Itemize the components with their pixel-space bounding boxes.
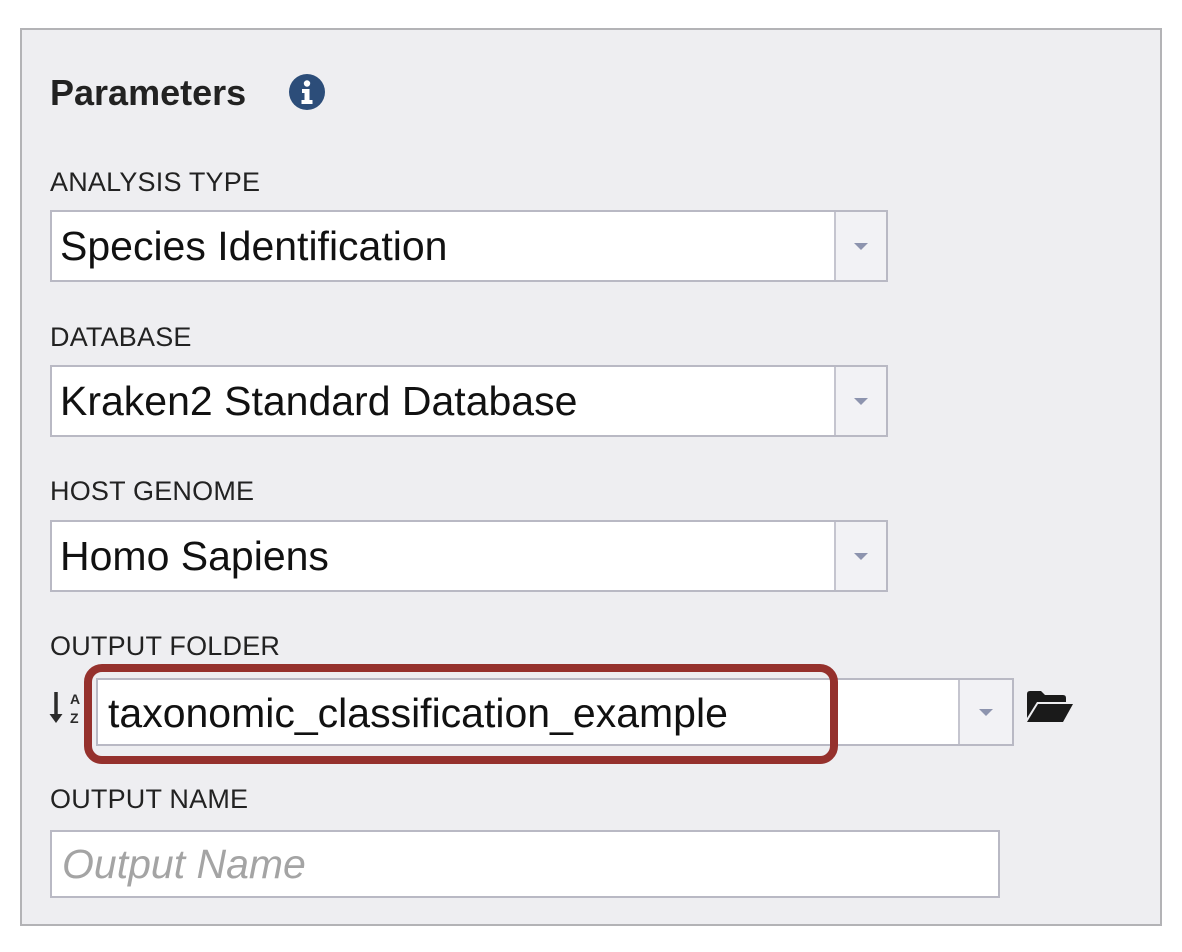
output-folder-select[interactable]: taxonomic_classification_example [96,678,1014,746]
analysis-type-value: Species Identification [60,223,448,269]
database-label: DATABASE [50,322,192,352]
output-folder-dropdown-button[interactable] [958,680,1012,744]
sort-alpha-down-icon[interactable]: A Z [48,686,88,732]
host-genome-dropdown-button[interactable] [834,522,886,590]
host-genome-value: Homo Sapiens [60,533,329,579]
chevron-down-icon [854,398,868,405]
analysis-type-select[interactable]: Species Identification [50,210,888,282]
database-dropdown-button[interactable] [834,367,886,435]
chevron-down-icon [979,709,993,716]
output-folder-value: taxonomic_classification_example [108,690,728,736]
svg-text:A: A [70,691,80,707]
database-select[interactable]: Kraken2 Standard Database [50,365,888,437]
host-genome-label: HOST GENOME [50,476,255,506]
output-folder-label: OUTPUT FOLDER [50,631,281,661]
database-value: Kraken2 Standard Database [60,378,578,424]
chevron-down-icon [854,243,868,250]
analysis-type-dropdown-button[interactable] [834,212,886,280]
info-circle-icon[interactable] [288,73,326,111]
output-name-input[interactable] [50,830,1000,898]
svg-text:Z: Z [70,710,79,726]
output-name-label: OUTPUT NAME [50,784,249,814]
chevron-down-icon [854,553,868,560]
host-genome-select[interactable]: Homo Sapiens [50,520,888,592]
panel-title: Parameters [50,72,247,113]
analysis-type-label: ANALYSIS TYPE [50,167,261,197]
folder-open-icon[interactable] [1025,686,1075,726]
